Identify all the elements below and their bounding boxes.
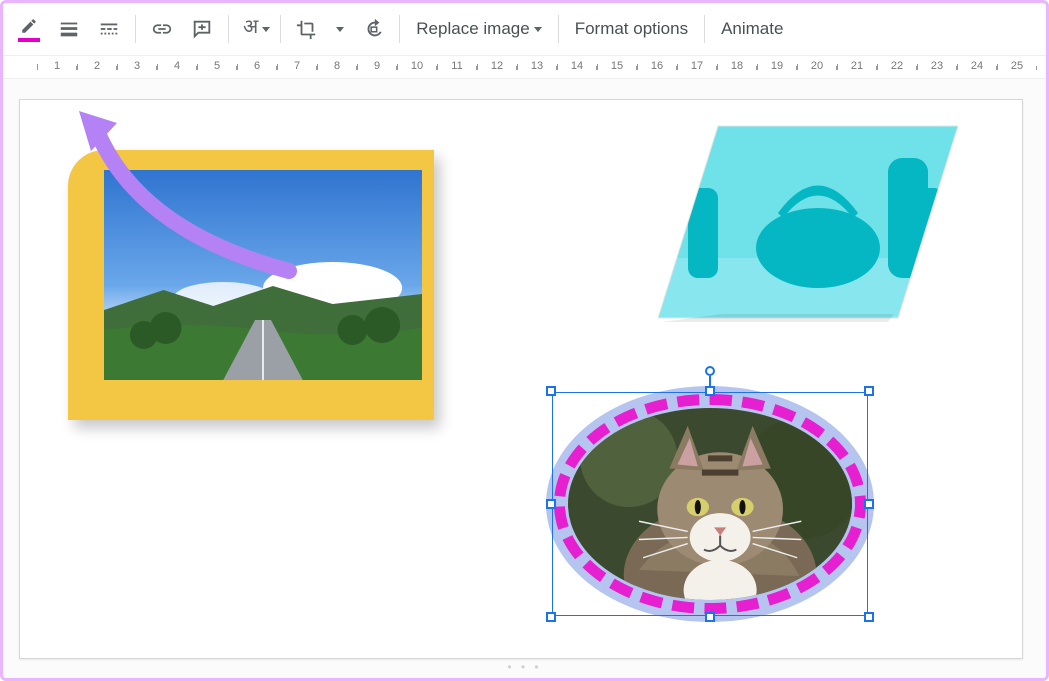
- animate-label: Animate: [721, 19, 783, 39]
- ruler-tick: 12: [477, 56, 517, 72]
- ruler-tick: 2: [77, 56, 117, 72]
- ruler-tick: 10: [397, 56, 437, 72]
- translate-button[interactable]: अ: [235, 9, 274, 49]
- ruler-tick: 19: [757, 56, 797, 72]
- border-weight-button[interactable]: [49, 9, 89, 49]
- ruler-tick: 3: [117, 56, 157, 72]
- resize-handle-bc[interactable]: [705, 612, 715, 622]
- reset-image-button[interactable]: [353, 9, 393, 49]
- replace-image-button[interactable]: Replace image: [406, 9, 551, 49]
- resize-handle-bl[interactable]: [546, 612, 556, 622]
- reset-image-icon: [362, 18, 384, 40]
- chevron-down-icon: [336, 27, 344, 32]
- ruler-tick: 5: [197, 56, 237, 72]
- animate-button[interactable]: Animate: [711, 9, 793, 49]
- crop-dropdown-button[interactable]: [327, 9, 353, 49]
- resize-handle-ml[interactable]: [546, 499, 556, 509]
- crop-image-button[interactable]: [287, 9, 327, 49]
- resize-handle-mr[interactable]: [864, 499, 874, 509]
- translate-glyph-icon: अ: [243, 16, 258, 42]
- ruler-tick: 20: [797, 56, 837, 72]
- ruler-tick: 6: [237, 56, 277, 72]
- selection-box: [552, 392, 868, 616]
- chevron-down-icon: [534, 27, 542, 32]
- slide-canvas[interactable]: [19, 99, 1023, 659]
- ruler-tick: 21: [837, 56, 877, 72]
- ruler-tick: 22: [877, 56, 917, 72]
- insert-link-button[interactable]: [142, 9, 182, 49]
- rotation-handle[interactable]: [705, 366, 715, 376]
- chevron-down-icon: [262, 27, 270, 32]
- ruler-tick: 7: [277, 56, 317, 72]
- workspace: [3, 79, 1046, 678]
- ruler-tick: 18: [717, 56, 757, 72]
- ruler-tick: 15: [597, 56, 637, 72]
- format-options-label: Format options: [575, 19, 688, 39]
- horizontal-ruler[interactable]: 1234567891011121314151617181920212223242…: [3, 55, 1046, 79]
- ruler-tick: 25: [997, 56, 1037, 72]
- line-weight-icon: [58, 18, 80, 40]
- replace-image-label: Replace image: [416, 19, 529, 39]
- resize-handle-tl[interactable]: [546, 386, 556, 396]
- ruler-tick: 13: [517, 56, 557, 72]
- ruler-tick: 23: [917, 56, 957, 72]
- resize-grip-icon: • • •: [507, 660, 541, 674]
- app-frame: { "toolbar": { "border_color_tooltip": "…: [0, 0, 1049, 681]
- cat-image-selection[interactable]: [552, 392, 868, 616]
- ruler-tick: 16: [637, 56, 677, 72]
- basket-image-shape[interactable]: [658, 118, 958, 332]
- ruler-tick: 1: [37, 56, 77, 72]
- resize-handle-br[interactable]: [864, 612, 874, 622]
- add-comment-button[interactable]: [182, 9, 222, 49]
- ruler-tick: 9: [357, 56, 397, 72]
- border-color-button[interactable]: [9, 9, 49, 49]
- toolbar: अ Replace image Format options Animate: [3, 3, 1046, 55]
- ruler-tick: 24: [957, 56, 997, 72]
- resize-handle-tc[interactable]: [705, 386, 715, 396]
- line-dash-icon: [98, 18, 120, 40]
- ruler-tick: 4: [157, 56, 197, 72]
- ruler-tick: 8: [317, 56, 357, 72]
- link-icon: [151, 18, 173, 40]
- comment-plus-icon: [191, 18, 213, 40]
- ruler-tick: 11: [437, 56, 477, 72]
- crop-icon: [296, 18, 318, 40]
- pencil-icon: [20, 17, 38, 35]
- landscape-image-shape[interactable]: [68, 150, 434, 420]
- border-dash-button[interactable]: [89, 9, 129, 49]
- ruler-tick: 17: [677, 56, 717, 72]
- resize-handle-tr[interactable]: [864, 386, 874, 396]
- landscape-photo: [104, 170, 422, 380]
- format-options-button[interactable]: Format options: [565, 9, 698, 49]
- ruler-tick: 14: [557, 56, 597, 72]
